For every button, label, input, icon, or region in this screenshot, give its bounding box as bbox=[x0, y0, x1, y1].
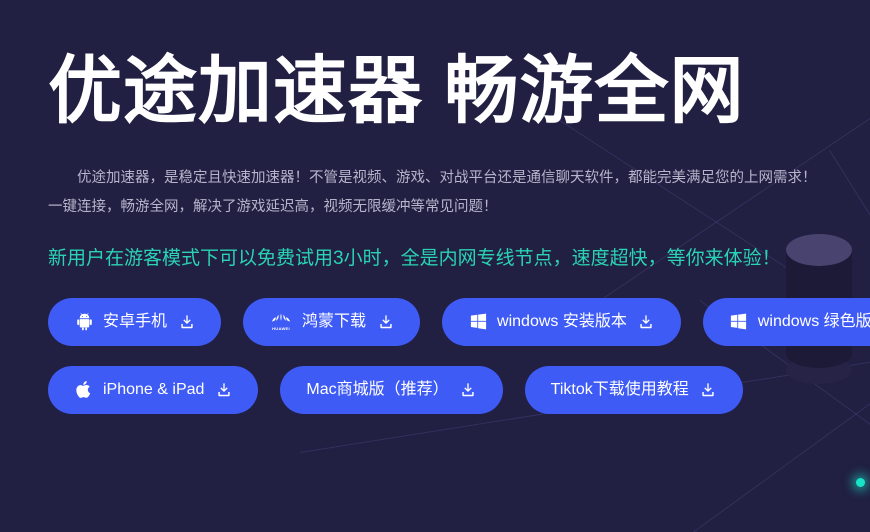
hero-content: 优途加速器 畅游全网 优途加速器，是稳定且快速加速器！不管是视频、游戏、对战平台… bbox=[0, 0, 870, 414]
landing-page: 优途加速器 畅游全网 优途加速器，是稳定且快速加速器！不管是视频、游戏、对战平台… bbox=[0, 0, 870, 532]
download-button-windows-portable[interactable]: windows 绿色版本 bbox=[702, 297, 870, 346]
download-button-label: windows 安装版本 bbox=[497, 312, 627, 330]
download-icon bbox=[215, 381, 232, 398]
download-button-group: 安卓手机 HUAWEI 鸿蒙下载 windows 安装版本 windows 绿色… bbox=[48, 297, 870, 414]
download-button-label: windows 绿色版本 bbox=[757, 312, 870, 330]
download-button-tiktok-tutorial[interactable]: Tiktok下载使用教程 bbox=[524, 365, 743, 414]
download-button-harmonyos[interactable]: HUAWEI 鸿蒙下载 bbox=[243, 297, 421, 346]
download-button-label: 鸿蒙下载 bbox=[302, 312, 367, 330]
page-title: 优途加速器 畅游全网 bbox=[48, 49, 745, 132]
download-row-2: iPhone & iPad Mac商城版（推荐） Tiktok下载使用教程 bbox=[48, 365, 822, 414]
apple-icon bbox=[74, 380, 94, 400]
download-icon bbox=[460, 381, 477, 398]
download-icon bbox=[377, 313, 394, 330]
glow-dot bbox=[856, 478, 865, 487]
windows-icon bbox=[729, 312, 749, 332]
download-row-1: 安卓手机 HUAWEI 鸿蒙下载 windows 安装版本 windows 绿色… bbox=[48, 297, 870, 346]
hero-description: 优途加速器，是稳定且快速加速器！不管是视频、游戏、对战平台还是通信聊天软件，都能… bbox=[48, 169, 817, 216]
download-icon bbox=[638, 313, 655, 330]
download-button-label: iPhone & iPad bbox=[103, 380, 205, 398]
download-icon bbox=[178, 313, 195, 330]
download-button-mac-appstore[interactable]: Mac商城版（推荐） bbox=[280, 365, 503, 414]
download-button-iphone-ipad[interactable]: iPhone & iPad bbox=[48, 365, 259, 414]
download-button-label: Tiktok下载使用教程 bbox=[550, 380, 689, 398]
huawei-icon: HUAWEI bbox=[269, 312, 293, 331]
download-button-android[interactable]: 安卓手机 bbox=[48, 297, 222, 346]
android-icon bbox=[74, 312, 94, 332]
download-button-windows-installer[interactable]: windows 安装版本 bbox=[442, 297, 681, 346]
hero-highlight-text: 新用户在游客模式下可以免费试用3小时，全是内网专线节点，速度超快，等你来体验！ bbox=[48, 248, 781, 270]
huawei-wordmark: HUAWEI bbox=[272, 326, 290, 332]
download-button-label: Mac商城版（推荐） bbox=[306, 380, 449, 398]
windows-icon bbox=[468, 312, 488, 332]
download-button-label: 安卓手机 bbox=[103, 312, 168, 330]
download-icon bbox=[700, 381, 717, 398]
